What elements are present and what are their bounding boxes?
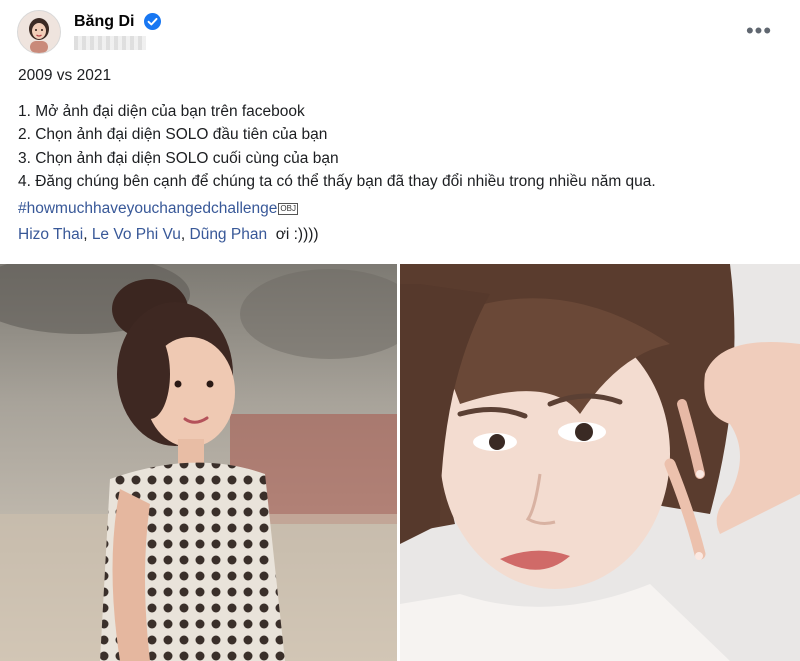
avatar-photo-icon (18, 11, 60, 53)
step-line-2: 2. Chọn ảnh đại diện SOLO đầu tiên của b… (18, 126, 328, 143)
post-title-line: 2009 vs 2021 (18, 67, 112, 84)
photo-2021-icon (400, 264, 800, 661)
more-options-icon: ••• (745, 18, 773, 43)
verified-badge-icon (144, 13, 161, 30)
step-line-3: 3. Chọn ảnh đại diện SOLO cuối cùng của … (18, 149, 339, 167)
facebook-post: Băng Di ••• 2009 vs 2021 1. Mở ảnh đại d… (0, 0, 800, 661)
hashtag-line: #howmuchhaveyouchangedchallenge OBJ (18, 197, 788, 221)
step-line-1: 1. Mở ảnh đại diện của bạn trên facebook (18, 102, 305, 120)
more-options-button[interactable]: ••• (744, 18, 774, 44)
mentions-line: Hizo Thai, Le Vo Phi Vu, Dũng Phan ơi :)… (18, 226, 319, 243)
post-text: 2009 vs 2021 1. Mở ảnh đại diện của bạn … (18, 64, 788, 247)
step-line-4: 4. Đăng chúng bên cạnh để chúng ta có th… (18, 173, 656, 190)
obj-placeholder-glyph: OBJ (278, 202, 298, 215)
mention-link-2[interactable]: Le Vo Phi Vu (92, 226, 181, 243)
author-avatar[interactable] (17, 10, 61, 54)
post-header: Băng Di ••• (0, 0, 800, 62)
photo-2021[interactable] (400, 264, 800, 661)
hashtag-link[interactable]: #howmuchhaveyouchangedchallenge (18, 200, 277, 217)
author-name[interactable]: Băng Di (74, 12, 134, 32)
photo-2009-icon (0, 264, 397, 661)
photo-2009[interactable] (0, 264, 397, 661)
post-timestamp-blurred (74, 36, 146, 50)
mention-link-1[interactable]: Hizo Thai (18, 226, 83, 243)
mention-suffix: ơi :)))) (275, 226, 319, 243)
mention-link-3[interactable]: Dũng Phan (190, 226, 268, 243)
